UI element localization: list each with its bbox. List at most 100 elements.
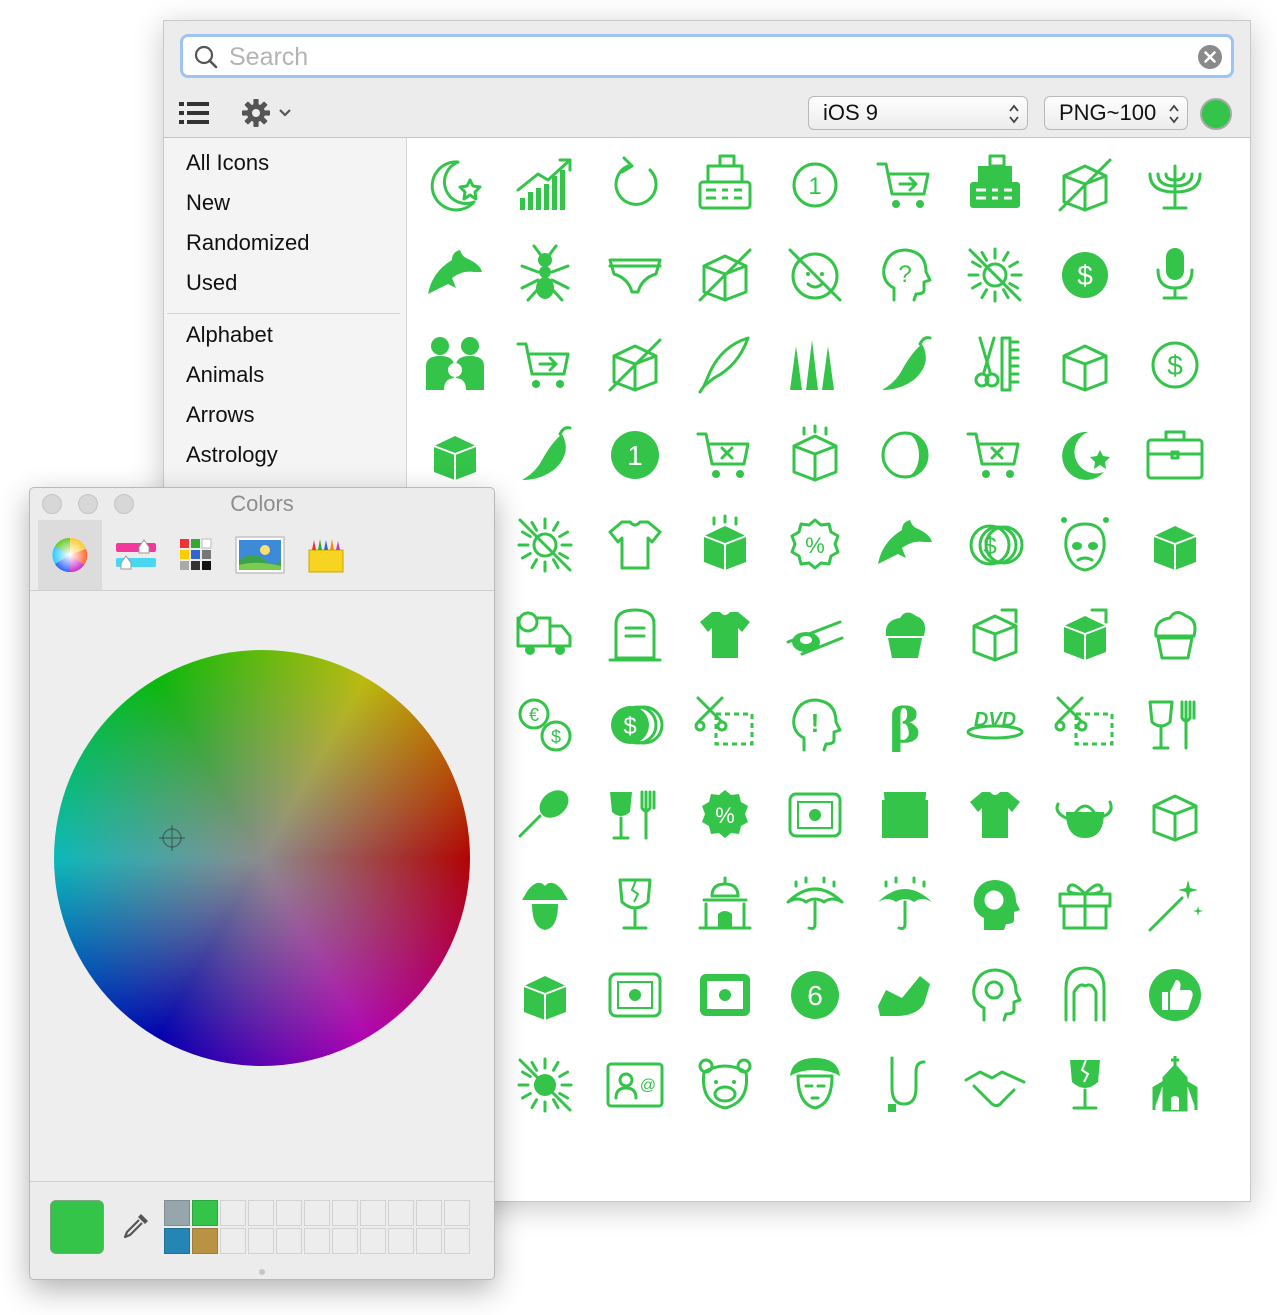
underwear-icon[interactable] [590, 230, 680, 320]
gear-icon[interactable] [240, 97, 300, 129]
pepper-fire-icon[interactable] [860, 320, 950, 410]
crosshair-icon[interactable] [157, 823, 187, 853]
color-swatch[interactable] [276, 1200, 302, 1226]
cash-register-icon[interactable] [680, 140, 770, 230]
alien-icon[interactable] [1040, 500, 1130, 590]
gift-icon[interactable] [1040, 860, 1130, 950]
chili-pepper-icon[interactable] [500, 410, 590, 500]
color-swatch[interactable] [276, 1228, 302, 1254]
number-1-circle-icon[interactable]: 1 [770, 140, 860, 230]
color-swatch[interactable] [248, 1228, 274, 1254]
beta-icon[interactable]: β [860, 680, 950, 770]
discount-badge-filled-icon[interactable]: % [680, 770, 770, 860]
box-open-arrow-filled-icon[interactable] [1040, 590, 1130, 680]
discount-badge-icon[interactable]: % [770, 500, 860, 590]
dolphin-icon[interactable] [410, 230, 500, 320]
box-crossed-icon[interactable] [590, 320, 680, 410]
color-swatch[interactable] [164, 1228, 190, 1254]
platform-select[interactable]: iOS 9 [808, 96, 1028, 130]
color-swatch[interactable] [332, 1200, 358, 1226]
color-swatch[interactable] [444, 1228, 470, 1254]
teapot-icon[interactable] [1040, 770, 1130, 860]
color-swatch[interactable] [444, 1200, 470, 1226]
boxes-crossed-icon[interactable] [680, 230, 770, 320]
resize-grip[interactable] [259, 1269, 265, 1275]
color-swatch[interactable] [360, 1228, 386, 1254]
contact-card-icon[interactable]: @ [590, 1040, 680, 1130]
microphone-icon[interactable] [1130, 230, 1220, 320]
bear-icon[interactable] [680, 1040, 770, 1130]
box-falling-filled-icon[interactable] [680, 500, 770, 590]
color-swatch[interactable] [192, 1200, 218, 1226]
box-open-arrow-icon[interactable] [950, 590, 1040, 680]
cart-in-icon[interactable] [500, 320, 590, 410]
dolphin-filled-icon[interactable] [860, 500, 950, 590]
sidebar-item-randomized[interactable]: Randomized [164, 223, 406, 263]
color-swatch[interactable] [164, 1200, 190, 1226]
dollar-circle-filled-icon[interactable]: $ [1040, 230, 1130, 320]
picture-frame-filled-icon[interactable] [680, 950, 770, 1040]
baby-crossed-icon[interactable] [770, 230, 860, 320]
t-shirt-filled-icon[interactable] [680, 590, 770, 680]
umbrella-rain-filled-icon[interactable] [860, 860, 950, 950]
cable-icon[interactable] [860, 1040, 950, 1130]
sidebar-item-astrology[interactable]: Astrology [164, 435, 406, 475]
thumbs-up-icon[interactable] [1130, 950, 1220, 1040]
currency-exchange-icon[interactable]: € $ [500, 680, 590, 770]
dancer-frame-icon[interactable] [590, 950, 680, 1040]
color-swatch[interactable] [304, 1200, 330, 1226]
cut-here-outline-icon[interactable] [1040, 680, 1130, 770]
clear-search-icon[interactable] [1197, 44, 1223, 70]
broken-glass-filled-icon[interactable] [1040, 1040, 1130, 1130]
box-broken-icon[interactable] [1040, 140, 1130, 230]
tab-image-palette[interactable] [228, 520, 292, 590]
broken-glass-icon[interactable] [590, 860, 680, 950]
cupcake-filled-icon[interactable] [860, 590, 950, 680]
delivery-truck-icon[interactable] [500, 590, 590, 680]
head-gear-filled-icon[interactable] [950, 860, 1040, 950]
hands-box-filled-icon[interactable] [500, 950, 590, 1040]
capitol-icon[interactable] [680, 860, 770, 950]
briefcase-icon[interactable] [1130, 410, 1220, 500]
cutlery-glass-icon[interactable] [1130, 680, 1220, 770]
crescent-star-icon[interactable] [410, 140, 500, 230]
cutlery-glass-filled-icon[interactable] [590, 770, 680, 860]
tab-crayons[interactable] [294, 520, 358, 590]
coins-filled-icon[interactable]: $ [590, 680, 680, 770]
color-swatch[interactable] [248, 1200, 274, 1226]
crescent-star-filled-icon[interactable] [1040, 410, 1130, 500]
geisha-icon[interactable] [770, 1040, 860, 1130]
hair-brush-icon[interactable] [500, 770, 590, 860]
color-wheel[interactable] [54, 650, 470, 1066]
sidebar-item-new[interactable]: New [164, 183, 406, 223]
cart-remove-outline-icon[interactable] [950, 410, 1040, 500]
number-6-filled-icon[interactable]: 6 [770, 950, 860, 1040]
dvd-icon[interactable]: DVD [950, 680, 1040, 770]
color-swatch[interactable] [332, 1228, 358, 1254]
tab-color-wheel[interactable] [38, 520, 102, 590]
sidebar-item-animals[interactable]: Animals [164, 355, 406, 395]
current-color-swatch[interactable] [50, 1200, 104, 1254]
sunscreen-icon[interactable] [500, 1040, 590, 1130]
sun-crossed-icon[interactable] [950, 230, 1040, 320]
toolbox-icon[interactable] [1130, 500, 1220, 590]
tombstone-icon[interactable] [590, 590, 680, 680]
chart-up-icon[interactable] [500, 140, 590, 230]
sushi-icon[interactable] [770, 590, 860, 680]
color-swatch[interactable] [220, 1200, 246, 1226]
color-swatch[interactable] [388, 1228, 414, 1254]
head-gear-icon[interactable] [950, 950, 1040, 1040]
picture-frame-icon[interactable] [770, 770, 860, 860]
color-well-button[interactable] [1200, 98, 1232, 130]
long-hair-icon[interactable] [1040, 950, 1130, 1040]
hands-box-icon[interactable] [1130, 770, 1220, 860]
cut-here-icon[interactable] [680, 680, 770, 770]
number-1-filled-icon[interactable]: 1 [590, 410, 680, 500]
head-exclamation-icon[interactable]: ! [770, 680, 860, 770]
list-icon[interactable] [178, 100, 210, 126]
family-icon[interactable] [410, 320, 500, 410]
umbrella-rain-icon[interactable] [770, 860, 860, 950]
color-swatch[interactable] [388, 1200, 414, 1226]
color-swatch[interactable] [416, 1200, 442, 1226]
cart-remove-icon[interactable] [680, 410, 770, 500]
